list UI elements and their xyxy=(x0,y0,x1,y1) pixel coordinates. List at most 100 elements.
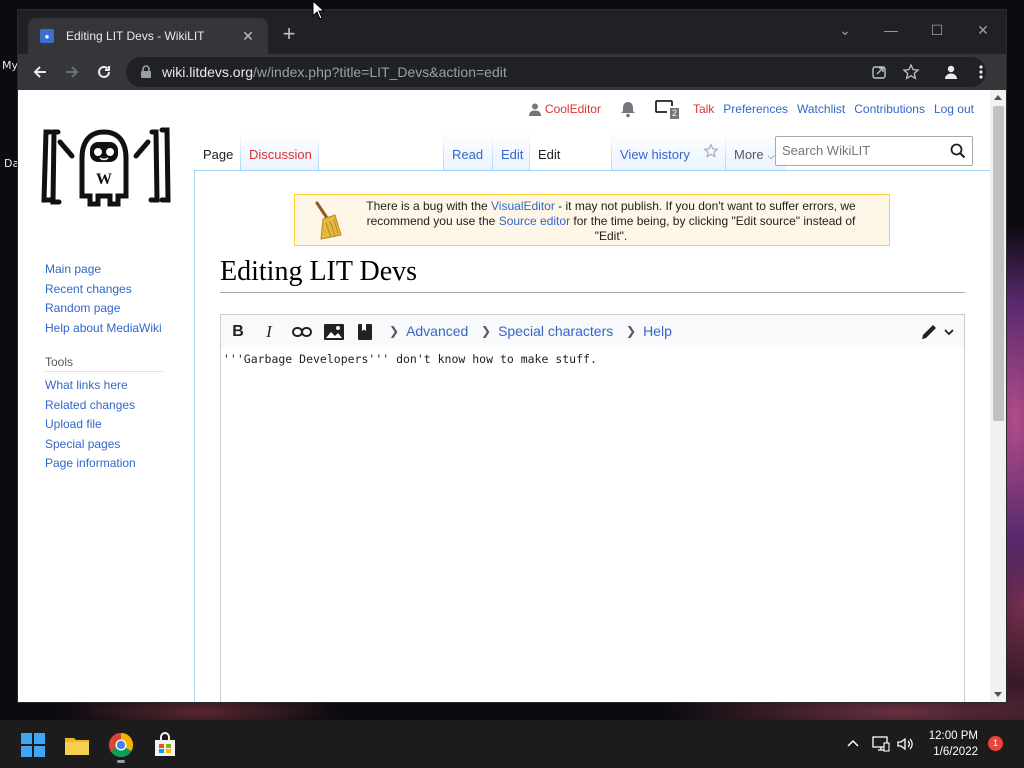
tab-separator xyxy=(318,132,319,170)
help-menu[interactable]: ❯ Help xyxy=(626,315,672,347)
advanced-menu[interactable]: ❯ Advanced xyxy=(389,315,468,347)
desktop-icon-label[interactable]: My xyxy=(2,59,18,72)
share-icon[interactable] xyxy=(870,63,888,81)
sidebar-item-recent-changes[interactable]: Recent changes xyxy=(45,280,195,300)
close-window-button[interactable]: ✕ xyxy=(960,16,1006,44)
watchlist-link[interactable]: Watchlist xyxy=(797,102,845,116)
preferences-link[interactable]: Preferences xyxy=(723,102,788,116)
volume-icon[interactable] xyxy=(896,736,914,752)
lock-icon[interactable] xyxy=(140,65,152,79)
reference-book-icon xyxy=(358,324,372,340)
insert-image-button[interactable] xyxy=(322,320,346,344)
insert-reference-button[interactable] xyxy=(354,320,376,344)
user-icon xyxy=(528,103,541,116)
logo-letter: W xyxy=(96,171,112,188)
notice-text: There is a bug with the xyxy=(366,199,492,213)
system-tray xyxy=(846,732,914,756)
scrollbar-thumb[interactable] xyxy=(993,106,1004,421)
tab-edit-source[interactable]: Edit source xyxy=(530,132,611,208)
reload-button[interactable] xyxy=(90,58,118,86)
address-bar[interactable]: wiki.litdevs.org/w/index.php?title=LIT_D… xyxy=(126,57,986,87)
sidebar-item-related-changes[interactable]: Related changes xyxy=(45,396,195,416)
desktop-icon-label[interactable]: Da xyxy=(4,157,19,170)
personal-tools: CoolEditor 2 Talk Preferences Watchlist … xyxy=(528,98,974,120)
help-label: Help xyxy=(643,323,672,339)
sidebar-item-what-links-here[interactable]: What links here xyxy=(45,376,195,396)
page-title: Editing LIT Devs xyxy=(220,256,965,293)
insert-link-button[interactable] xyxy=(289,320,315,344)
advanced-label: Advanced xyxy=(406,323,469,339)
wiki-logo[interactable]: W xyxy=(40,126,172,208)
browser-tab[interactable]: ● Editing LIT Devs - WikiLIT ✕ xyxy=(28,18,268,54)
image-icon xyxy=(324,324,344,340)
file-explorer-icon[interactable] xyxy=(64,732,90,758)
minimize-button[interactable]: — xyxy=(868,16,914,44)
watch-star-button[interactable] xyxy=(699,132,725,170)
site-notice: There is a bug with the VisualEditor - i… xyxy=(294,194,890,246)
broom-icon xyxy=(315,201,342,240)
pencil-icon xyxy=(922,325,936,339)
windows-start-icon[interactable] xyxy=(20,732,46,758)
forward-arrow-icon xyxy=(66,66,79,78)
alerts-tray-icon[interactable]: 2 xyxy=(655,99,679,119)
page-scrollbar[interactable] xyxy=(990,90,1006,702)
close-tab-icon[interactable]: ✕ xyxy=(240,28,256,45)
bookmark-star-icon[interactable] xyxy=(902,63,920,81)
italic-button[interactable]: I xyxy=(258,320,280,344)
menu-kebab-icon[interactable] xyxy=(978,64,984,80)
show-hidden-icons-chevron-icon[interactable] xyxy=(846,737,860,751)
username-link[interactable]: CoolEditor xyxy=(545,102,601,116)
tab-read[interactable]: Read xyxy=(444,132,492,170)
wikitext-editor[interactable]: '''Garbage Developers''' don't know how … xyxy=(220,347,965,702)
mouse-cursor-icon xyxy=(312,0,326,20)
profile-icon[interactable] xyxy=(943,64,959,80)
editor-switch-button[interactable] xyxy=(915,320,959,344)
tab-view-history[interactable]: View history xyxy=(612,132,699,170)
network-icon[interactable] xyxy=(872,736,890,752)
sidebar-item-random-page[interactable]: Random page xyxy=(45,299,195,319)
reload-icon xyxy=(98,65,110,78)
sidebar-item-upload-file[interactable]: Upload file xyxy=(45,415,195,435)
sidebar-item-page-information[interactable]: Page information xyxy=(45,454,195,474)
tab-discussion[interactable]: Discussion xyxy=(241,132,318,170)
taskbar-clock[interactable]: 12:00 PM 1/6/2022 xyxy=(918,728,978,760)
notification-center-badge[interactable]: 1 xyxy=(988,736,1003,751)
maximize-button[interactable]: ☐ xyxy=(914,16,960,44)
contributions-link[interactable]: Contributions xyxy=(854,102,925,116)
sidebar-item-main-page[interactable]: Main page xyxy=(45,260,195,280)
new-tab-button[interactable]: + xyxy=(278,23,300,46)
search-input[interactable]: Search WikiLIT xyxy=(775,136,973,166)
browser-titlebar: ● Editing LIT Devs - WikiLIT ✕ + ⌄ — ☐ ✕ xyxy=(18,10,1006,54)
scroll-down-arrow-icon[interactable] xyxy=(994,692,1002,697)
chevron-down-icon: ⌵ xyxy=(767,151,775,162)
tab-page[interactable]: Page xyxy=(195,132,239,170)
source-editor-link[interactable]: Source editor xyxy=(499,214,570,228)
microsoft-store-icon[interactable] xyxy=(152,732,178,758)
tab-edit[interactable]: Edit xyxy=(493,132,529,170)
page-viewport: CoolEditor 2 Talk Preferences Watchlist … xyxy=(18,90,990,702)
bold-button[interactable]: B xyxy=(227,320,249,344)
notice-text: for the time being, by clicking "Edit so… xyxy=(570,214,856,243)
back-button[interactable] xyxy=(26,58,54,86)
url-text[interactable]: wiki.litdevs.org/w/index.php?title=LIT_D… xyxy=(162,64,507,80)
editor-toolbar: B I ❯ Advanced ❯ Special characters ❯ He… xyxy=(220,314,965,348)
sidebar-item-special-pages[interactable]: Special pages xyxy=(45,435,195,455)
scroll-up-arrow-icon[interactable] xyxy=(994,95,1002,100)
talk-link[interactable]: Talk xyxy=(693,102,714,116)
wiki-favicon-icon: ● xyxy=(40,29,54,43)
visualeditor-link[interactable]: VisualEditor xyxy=(491,199,555,213)
forward-button[interactable] xyxy=(58,58,86,86)
search-placeholder: Search WikiLIT xyxy=(782,143,871,158)
notifications-bell-icon[interactable] xyxy=(619,100,637,118)
taskbar: 12:00 PM 1/6/2022 1 xyxy=(0,720,1024,768)
running-app-indicator xyxy=(117,760,125,763)
logout-link[interactable]: Log out xyxy=(934,102,974,116)
chevron-right-icon: ❯ xyxy=(389,324,400,338)
sidebar-item-help[interactable]: Help about MediaWiki xyxy=(45,319,195,339)
search-icon[interactable] xyxy=(950,143,966,159)
tab-title: Editing LIT Devs - WikiLIT xyxy=(66,29,205,43)
chrome-icon[interactable] xyxy=(108,732,134,758)
link-icon xyxy=(292,327,312,337)
tab-search-chevron-icon[interactable]: ⌄ xyxy=(822,16,868,44)
special-characters-menu[interactable]: ❯ Special characters xyxy=(481,315,613,347)
